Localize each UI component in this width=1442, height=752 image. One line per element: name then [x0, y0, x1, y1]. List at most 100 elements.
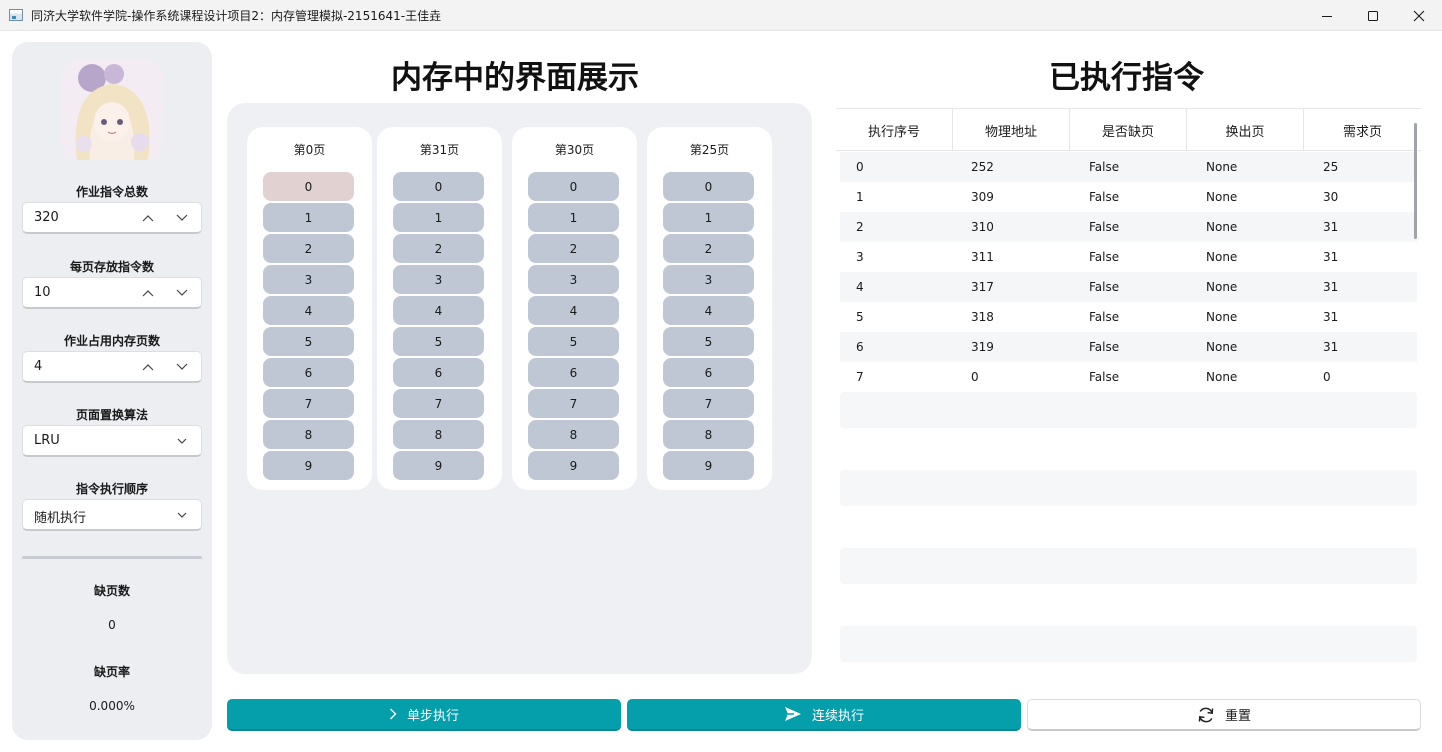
memory-panel: 第0页 0 1 2 3 4 5 6 7 8 9 第31页 0 1 2 3 4 5 6 7 8 9 第30页 0 1 2 3 4 5 6 7 8…	[227, 103, 812, 674]
table-row[interactable]: 6 319 False None 31	[840, 332, 1417, 362]
table-column-header[interactable]: 需求页	[1304, 109, 1421, 151]
reset-button[interactable]: 重置	[1027, 699, 1421, 731]
title-bar: 同济大学软件学院-操作系统课程设计项目2：内存管理模拟-2151641-王佳垚	[0, 0, 1442, 31]
fault-rate-label: 缺页率	[93, 665, 130, 679]
memory-slot: 4	[393, 296, 484, 325]
memory-slot: 7	[663, 389, 754, 418]
table-cell: 319	[971, 340, 994, 354]
table-cell: False	[1089, 340, 1120, 354]
app-window-icon	[9, 9, 23, 21]
memory-slot: 2	[263, 234, 354, 263]
order-value[interactable]: 随机执行	[34, 507, 86, 526]
total-instructions-value[interactable]: 320	[34, 210, 59, 225]
table-cell: None	[1206, 370, 1238, 384]
mem-pages-value[interactable]: 4	[34, 359, 42, 374]
chevron-down-icon[interactable]	[175, 435, 189, 447]
memory-slot: 4	[263, 296, 354, 325]
memory-slot: 6	[393, 358, 484, 387]
maximize-icon	[1368, 10, 1378, 21]
chevron-down-icon[interactable]	[175, 361, 189, 373]
maximize-button[interactable]	[1350, 0, 1396, 31]
memory-slot: 2	[393, 234, 484, 263]
memory-slot: 6	[663, 358, 754, 387]
memory-slot: 7	[263, 389, 354, 418]
table-cell: 3	[856, 250, 864, 264]
table-cell: 318	[971, 310, 994, 324]
per-page-spinbox[interactable]: 10	[22, 277, 202, 309]
table-cell: 31	[1323, 220, 1339, 234]
memory-slot: 2	[663, 234, 754, 263]
chevron-up-icon[interactable]	[141, 361, 155, 373]
anime-avatar-icon	[62, 60, 162, 160]
memory-slot: 5	[528, 327, 619, 356]
mem-pages-spinbox[interactable]: 4	[22, 351, 202, 383]
table-scrollbar[interactable]	[1414, 123, 1417, 239]
memory-slot: 1	[528, 203, 619, 232]
table-row[interactable]: 1 309 False None 30	[840, 182, 1417, 212]
chevron-down-icon[interactable]	[175, 212, 189, 224]
order-combobox[interactable]: 随机执行	[22, 499, 202, 531]
table-column-header[interactable]: 换出页	[1187, 109, 1304, 151]
table-row[interactable]: 7 0 False None 0	[840, 362, 1417, 392]
algorithm-combobox[interactable]: LRU	[22, 425, 202, 457]
memory-slot: 5	[393, 327, 484, 356]
continuous-button-label: 连续执行	[811, 708, 864, 724]
memory-slot: 3	[663, 265, 754, 294]
sidebar-divider	[22, 556, 202, 559]
table-column-header[interactable]: 执行序号	[836, 109, 953, 151]
memory-page-title: 第31页	[419, 143, 460, 157]
per-page-label: 每页存放指令数	[69, 260, 154, 274]
table-cell: 252	[971, 160, 994, 174]
table-cell: 31	[1323, 310, 1339, 324]
memory-slot: 0	[393, 172, 484, 201]
table-cell: 5	[856, 310, 864, 324]
per-page-value[interactable]: 10	[34, 285, 51, 300]
table-row[interactable]: 3 311 False None 31	[840, 242, 1417, 272]
continuous-button[interactable]: 连续执行	[627, 699, 1021, 731]
memory-slot: 8	[393, 420, 484, 449]
table-row[interactable]: 5 318 False None 31	[840, 302, 1417, 332]
table-row[interactable]: 0 252 False None 25	[840, 152, 1417, 182]
memory-slot: 4	[528, 296, 619, 325]
table-cell: 309	[971, 190, 994, 204]
memory-slot: 3	[528, 265, 619, 294]
memory-page-card: 第31页 0 1 2 3 4 5 6 7 8 9	[377, 127, 502, 490]
chevron-up-icon[interactable]	[141, 212, 155, 224]
close-button[interactable]	[1396, 0, 1442, 31]
table-column-header[interactable]: 是否缺页	[1070, 109, 1187, 151]
memory-slot: 3	[393, 265, 484, 294]
table-cell: 0	[1323, 370, 1331, 384]
memory-slot: 6	[528, 358, 619, 387]
fault-count-value: 0	[108, 618, 116, 632]
order-label: 指令执行顺序	[75, 482, 148, 496]
table-cell: False	[1089, 220, 1120, 234]
memory-slot: 3	[263, 265, 354, 294]
chevron-up-icon[interactable]	[141, 287, 155, 299]
table-column-header[interactable]: 物理地址	[953, 109, 1070, 151]
table-cell: False	[1089, 160, 1120, 174]
memory-page-card: 第30页 0 1 2 3 4 5 6 7 8 9	[512, 127, 637, 490]
empty-table-row	[840, 548, 1417, 584]
window-title: 同济大学软件学院-操作系统课程设计项目2：内存管理模拟-2151641-王佳垚	[31, 9, 442, 23]
table-cell: 0	[971, 370, 979, 384]
table-row[interactable]: 2 310 False None 31	[840, 212, 1417, 242]
table-cell: None	[1206, 310, 1238, 324]
table-cell: None	[1206, 280, 1238, 294]
table-cell: 31	[1323, 250, 1339, 264]
total-instructions-spinbox[interactable]: 320	[22, 202, 202, 234]
step-button[interactable]: 单步执行	[227, 699, 621, 731]
table-cell: None	[1206, 250, 1238, 264]
mem-pages-label: 作业占用内存页数	[63, 334, 160, 348]
empty-table-row	[840, 392, 1417, 428]
memory-slot: 1	[663, 203, 754, 232]
table-cell: None	[1206, 160, 1238, 174]
table-cell: False	[1089, 190, 1120, 204]
chevron-down-icon[interactable]	[175, 287, 189, 299]
table-cell: 31	[1323, 280, 1339, 294]
memory-page-card: 第25页 0 1 2 3 4 5 6 7 8 9	[647, 127, 772, 490]
algorithm-value[interactable]: LRU	[34, 433, 60, 448]
minimize-button[interactable]	[1304, 0, 1350, 31]
executed-table: 执行序号 物理地址 是否缺页 换出页 需求页 0 252 False None 25 1 309 Fa…	[836, 108, 1421, 668]
chevron-down-icon[interactable]	[175, 509, 189, 521]
table-row[interactable]: 4 317 False None 31	[840, 272, 1417, 302]
